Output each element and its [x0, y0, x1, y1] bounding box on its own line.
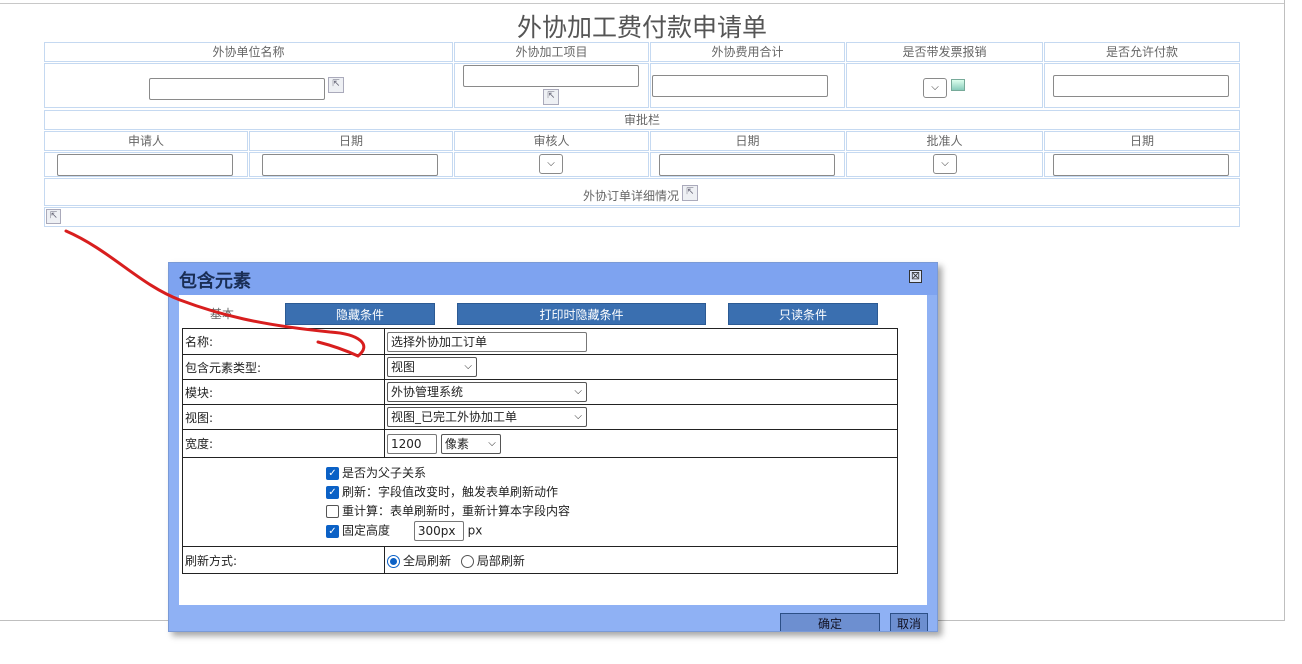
approval-header-date: 日期 [249, 131, 453, 151]
header-process-item: 外协加工项目 [454, 42, 649, 62]
approver-select[interactable]: ⌵ [933, 154, 957, 174]
view-value: 视图_已完工外协加工单 [391, 410, 518, 424]
approval-header-date: 日期 [650, 131, 845, 151]
dialog-header [169, 263, 937, 295]
refresh-label: 刷新：字段值改变时，触发表单刷新动作 [342, 485, 559, 499]
cancel-button[interactable]: 取消 [890, 613, 928, 631]
refresh-part-label: 局部刷新 [476, 553, 525, 568]
top-strip [0, 0, 1284, 4]
header-vendor-name: 外协单位名称 [44, 42, 453, 62]
dialog-title: 包含元素 [179, 271, 251, 292]
tab-hide-condition[interactable]: 隐藏条件 [285, 303, 435, 325]
approval-title: 审批栏 [44, 110, 1240, 130]
chevron-down-icon: ⌵ [574, 386, 582, 397]
view-select[interactable]: 视图_已完工外协加工单 ⌵ [387, 407, 587, 427]
allow-pay-input[interactable] [1053, 75, 1229, 97]
type-value: 视图 [391, 360, 416, 374]
detail-picker-icon[interactable]: ⇱ [682, 185, 698, 201]
page-right-border [1284, 0, 1285, 620]
width-unit-value: 像素 [444, 436, 469, 451]
tab-basic[interactable]: 基本 [182, 303, 262, 325]
refresh-part-radio[interactable] [460, 554, 474, 568]
approval-header-applicant: 申请人 [44, 131, 248, 151]
invoice-select[interactable]: ⌵ [923, 78, 947, 98]
embedded-element-icon[interactable]: ⇱ [46, 209, 61, 224]
width-label: 宽度: [182, 429, 385, 458]
approve-date-input[interactable] [1053, 154, 1229, 176]
approval-header-approver: 批准人 [846, 131, 1043, 151]
refresh-mode-label: 刷新方式: [182, 546, 385, 574]
parent-child-checkbox[interactable]: ✓ [326, 467, 339, 480]
chevron-down-icon: ⌵ [488, 437, 496, 449]
header-fee-total: 外协费用合计 [650, 42, 845, 62]
refresh-all-radio[interactable] [387, 554, 400, 568]
detail-embed-cell [44, 207, 1240, 227]
reviewer-select[interactable]: ⌵ [539, 154, 563, 174]
close-icon[interactable]: ⊠ [909, 270, 922, 283]
fixed-height-unit: px [467, 523, 483, 538]
apply-date-input[interactable] [262, 154, 438, 176]
process-picker-icon[interactable]: ⇱ [543, 89, 559, 105]
recalc-checkbox[interactable] [326, 505, 339, 518]
chevron-down-icon: ⌵ [464, 361, 472, 372]
vendor-picker-icon[interactable]: ⇱ [328, 77, 344, 93]
fee-total-input[interactable] [652, 75, 828, 97]
module-select[interactable]: 外协管理系统 ⌵ [387, 382, 587, 402]
fixed-height-checkbox[interactable]: ✓ [326, 524, 339, 538]
detail-title: 外协订单详细情况 [583, 189, 680, 203]
properties-table: 名称: 选择外协加工订单 包含元素类型: 视图 ⌵ 模块: 外协管理系统 ⌵ 视图:… [182, 328, 898, 574]
header-allow-pay: 是否允许付款 [1044, 42, 1240, 62]
name-input[interactable]: 选择外协加工订单 [387, 331, 587, 352]
name-label: 名称: [182, 328, 385, 355]
view-label: 视图: [182, 404, 385, 430]
width-input[interactable]: 1200 [387, 433, 437, 454]
parent-child-label: 是否为父子关系 [342, 466, 427, 480]
refresh-checkbox[interactable]: ✓ [326, 486, 339, 499]
refresh-all-label: 全局刷新 [403, 553, 452, 568]
width-unit-select[interactable]: 像素 ⌵ [440, 433, 501, 454]
tab-readonly-condition[interactable]: 只读条件 [728, 303, 878, 325]
form-title: 外协加工费付款申请单 [516, 13, 767, 42]
approval-header-date: 日期 [1044, 131, 1240, 151]
type-label: 包含元素类型: [182, 354, 385, 380]
process-item-input[interactable] [463, 65, 639, 87]
chevron-down-icon: ⌵ [574, 411, 582, 422]
vendor-name-input[interactable] [149, 78, 325, 100]
fixed-height-label: 固定高度 [342, 523, 391, 538]
approval-header-reviewer: 审核人 [454, 131, 649, 151]
recalc-label: 重计算：表单刷新时，重新计算本字段内容 [342, 504, 571, 518]
image-icon[interactable] [951, 79, 965, 91]
module-label: 模块: [182, 379, 385, 405]
applicant-input[interactable] [57, 154, 233, 176]
fixed-height-input[interactable]: 300px [413, 521, 464, 541]
ok-button[interactable]: 确定 [780, 613, 880, 631]
header-invoice: 是否带发票报销 [846, 42, 1043, 62]
review-date-input[interactable] [659, 154, 835, 176]
type-select[interactable]: 视图 ⌵ [387, 357, 477, 377]
include-element-dialog: 包含元素 ⊠ 基本 隐藏条件 打印时隐藏条件 只读条件 名称: 选择外协加工订单… [168, 262, 938, 632]
tab-print-hide-condition[interactable]: 打印时隐藏条件 [457, 303, 706, 325]
module-value: 外协管理系统 [391, 385, 464, 399]
